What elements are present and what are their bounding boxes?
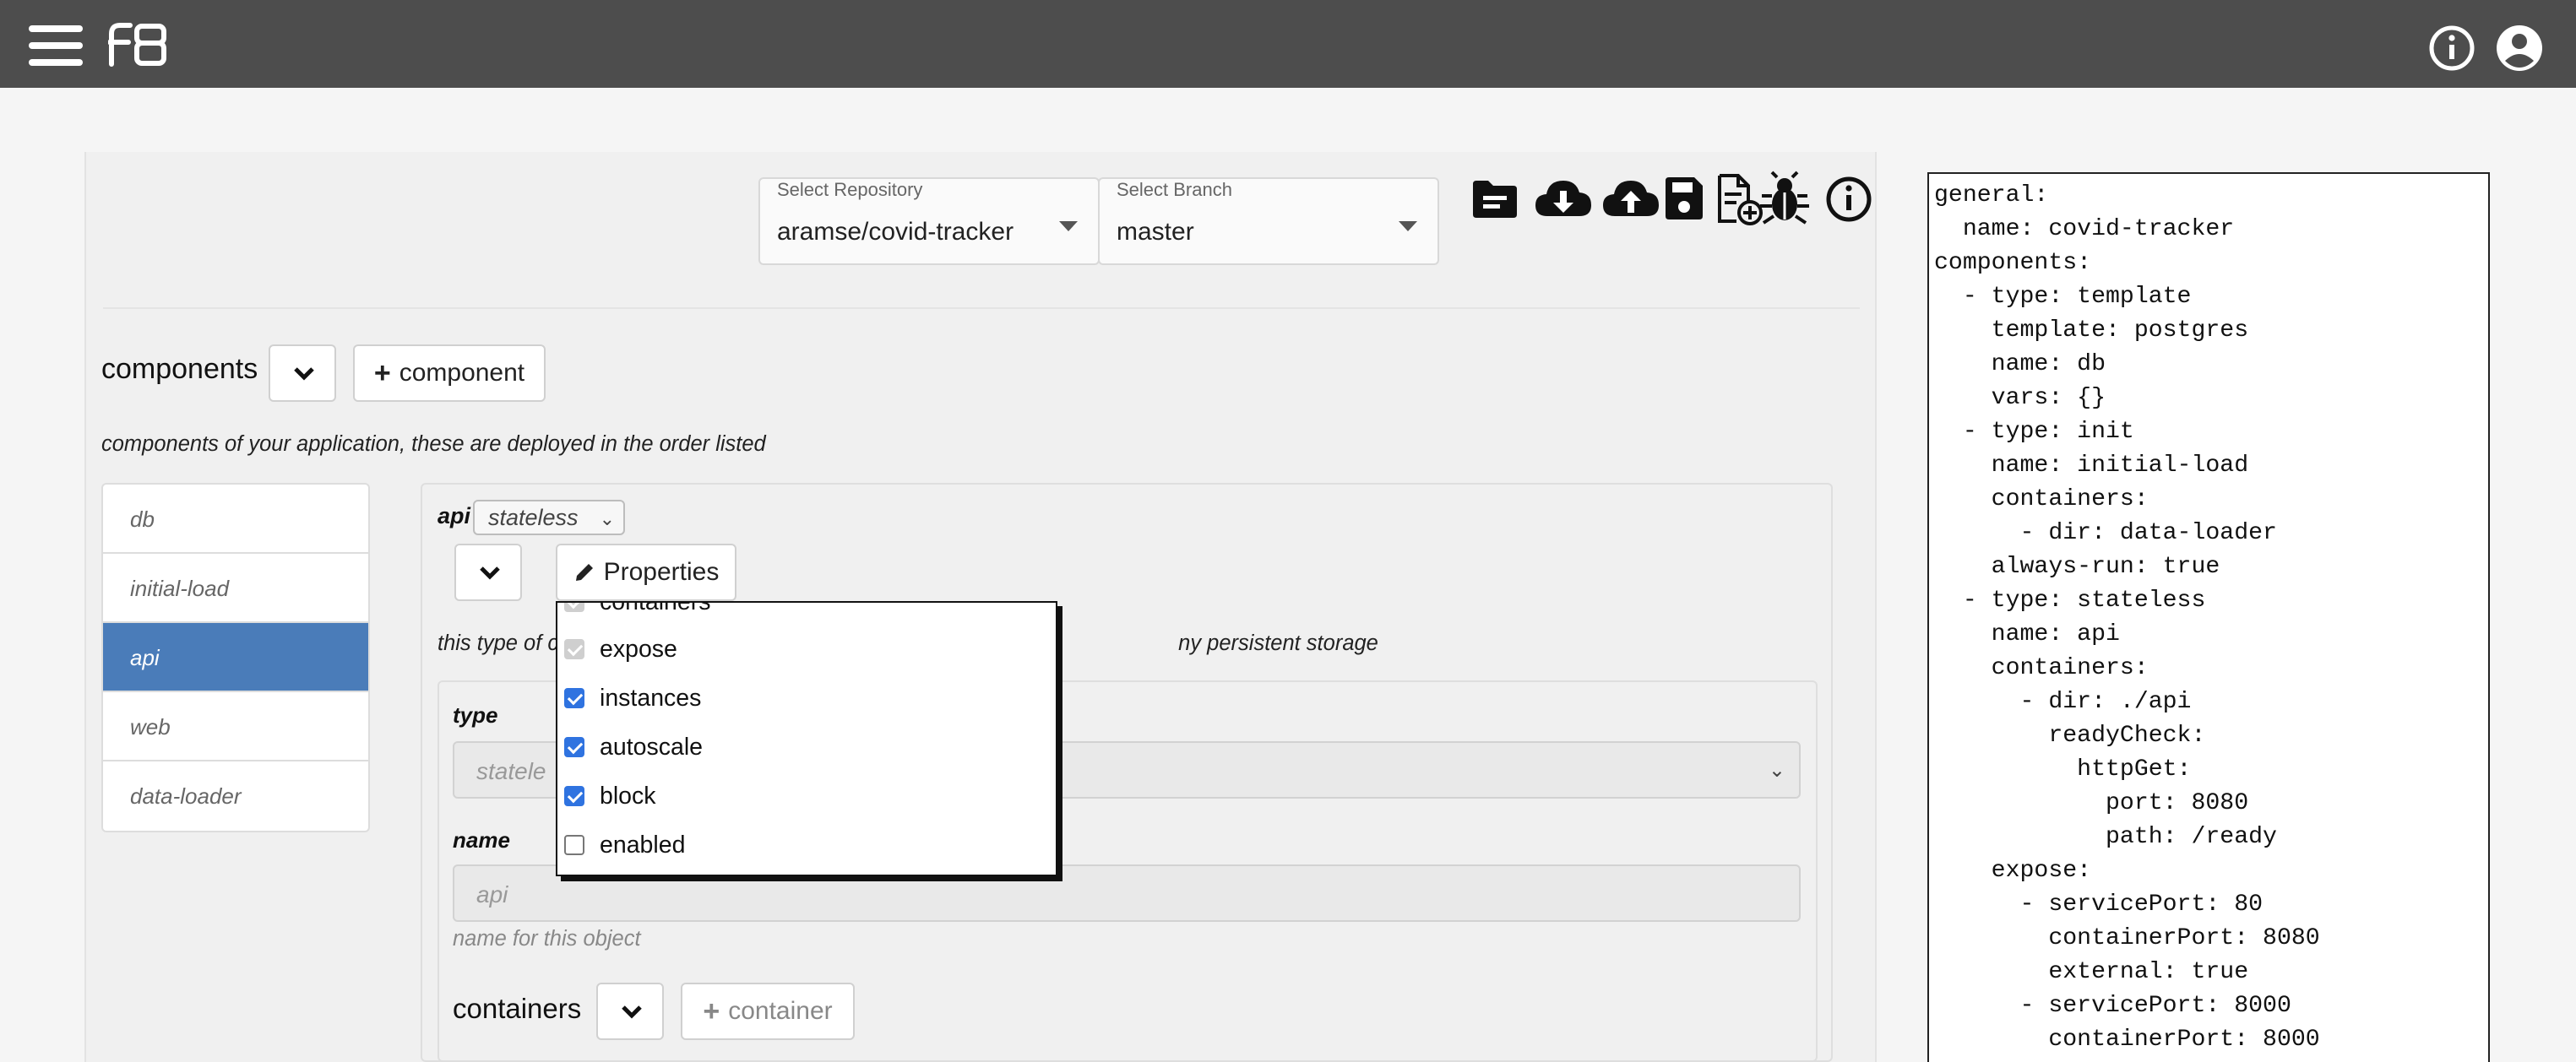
component-item-api[interactable]: api xyxy=(103,623,368,692)
type-field-value: statele xyxy=(476,758,546,784)
add-container-label: container xyxy=(728,997,833,1025)
components-list: db initial-load api web data-loader xyxy=(101,483,370,832)
cloud-download-icon[interactable] xyxy=(1534,169,1593,228)
chevron-down-icon: ⌄ xyxy=(599,508,615,529)
name-field-label: name xyxy=(453,827,510,853)
component-type-description-end: ny persistent storage xyxy=(1178,631,1378,655)
property-option-instances[interactable]: instances xyxy=(564,674,701,723)
add-container-button[interactable]: + container xyxy=(681,983,855,1040)
yaml-preview-panel: general: name: covid-tracker components:… xyxy=(1927,172,2490,1062)
components-description: components of your application, these ar… xyxy=(101,432,766,456)
card-divider xyxy=(103,307,1860,309)
f8-logo-icon xyxy=(108,23,166,67)
add-component-label: component xyxy=(399,359,525,387)
component-type-select[interactable]: stateless ⌄ xyxy=(473,500,625,535)
property-option-autoscale[interactable]: autoscale xyxy=(564,723,703,772)
cloud-upload-icon[interactable] xyxy=(1601,169,1660,228)
branch-select-label: Select Branch xyxy=(1117,179,1232,200)
chevron-down-icon: ⌄ xyxy=(1768,759,1785,782)
top-app-bar xyxy=(0,0,2576,88)
property-checkbox-expose[interactable] xyxy=(564,639,584,659)
info-icon[interactable] xyxy=(1824,169,1873,228)
account-circle-icon[interactable] xyxy=(2495,24,2544,73)
chevron-down-icon xyxy=(622,1005,642,1019)
properties-label: Properties xyxy=(603,558,720,586)
branch-select-value: master xyxy=(1117,218,1194,246)
caret-down-icon xyxy=(1059,221,1078,231)
yaml-preview-text: general: name: covid-tracker components:… xyxy=(1934,182,2320,1053)
component-name-heading: api xyxy=(437,503,471,528)
pencil-icon xyxy=(575,564,593,581)
info-circle-icon[interactable] xyxy=(2427,24,2476,73)
name-field-help: name for this object xyxy=(453,927,641,951)
plus-icon: + xyxy=(703,995,720,1027)
folder-icon[interactable] xyxy=(1470,169,1520,228)
branch-select[interactable]: Select Branch master xyxy=(1098,177,1439,265)
property-label-enabled: enabled xyxy=(600,831,686,859)
add-component-button[interactable]: + component xyxy=(353,344,546,402)
bug-icon[interactable] xyxy=(1758,169,1811,228)
repository-select[interactable]: Select Repository aramse/covid-tracker xyxy=(758,177,1100,265)
chevron-down-icon xyxy=(294,367,314,381)
component-item-initial-load[interactable]: initial-load xyxy=(103,554,368,623)
component-type-value: stateless xyxy=(488,505,579,530)
component-item-data-loader[interactable]: data-loader xyxy=(103,761,368,831)
property-option-containers[interactable]: containers xyxy=(564,601,711,626)
property-checkbox-containers[interactable] xyxy=(564,603,584,612)
new-file-icon[interactable] xyxy=(1715,169,1764,228)
property-label-instances: instances xyxy=(600,684,702,712)
hamburger-menu-icon[interactable] xyxy=(29,25,83,68)
plus-icon: + xyxy=(373,357,391,389)
property-option-enabled[interactable]: enabled xyxy=(564,821,685,870)
collapse-components-button[interactable] xyxy=(269,344,336,402)
component-type-description-start: this type of c xyxy=(437,631,559,655)
property-checkbox-autoscale[interactable] xyxy=(564,737,584,757)
property-label-containers: containers xyxy=(600,601,711,615)
containers-title: containers xyxy=(453,993,582,1024)
chevron-down-icon xyxy=(480,566,500,580)
properties-dropdown: containers expose instances autoscale bl… xyxy=(556,601,1057,876)
property-checkbox-enabled[interactable] xyxy=(564,835,584,855)
collapse-component-button[interactable] xyxy=(454,544,522,601)
properties-button[interactable]: Properties xyxy=(556,544,736,601)
property-label-block: block xyxy=(600,782,656,810)
property-checkbox-instances[interactable] xyxy=(564,688,584,708)
caret-down-icon xyxy=(1399,221,1417,231)
components-title: components xyxy=(101,353,258,385)
type-field-label: type xyxy=(453,702,498,728)
property-label-autoscale: autoscale xyxy=(600,733,704,761)
property-option-block[interactable]: block xyxy=(564,772,656,821)
save-icon[interactable] xyxy=(1662,169,1706,228)
property-label-expose: expose xyxy=(600,635,677,663)
name-input-value: api xyxy=(476,881,508,908)
collapse-containers-button[interactable] xyxy=(596,983,664,1040)
property-option-expose[interactable]: expose xyxy=(564,625,677,674)
repository-select-value: aramse/covid-tracker xyxy=(777,218,1014,246)
component-item-web[interactable]: web xyxy=(103,692,368,761)
repository-select-label: Select Repository xyxy=(777,179,923,200)
component-item-db[interactable]: db xyxy=(103,485,368,554)
property-checkbox-block[interactable] xyxy=(564,786,584,806)
